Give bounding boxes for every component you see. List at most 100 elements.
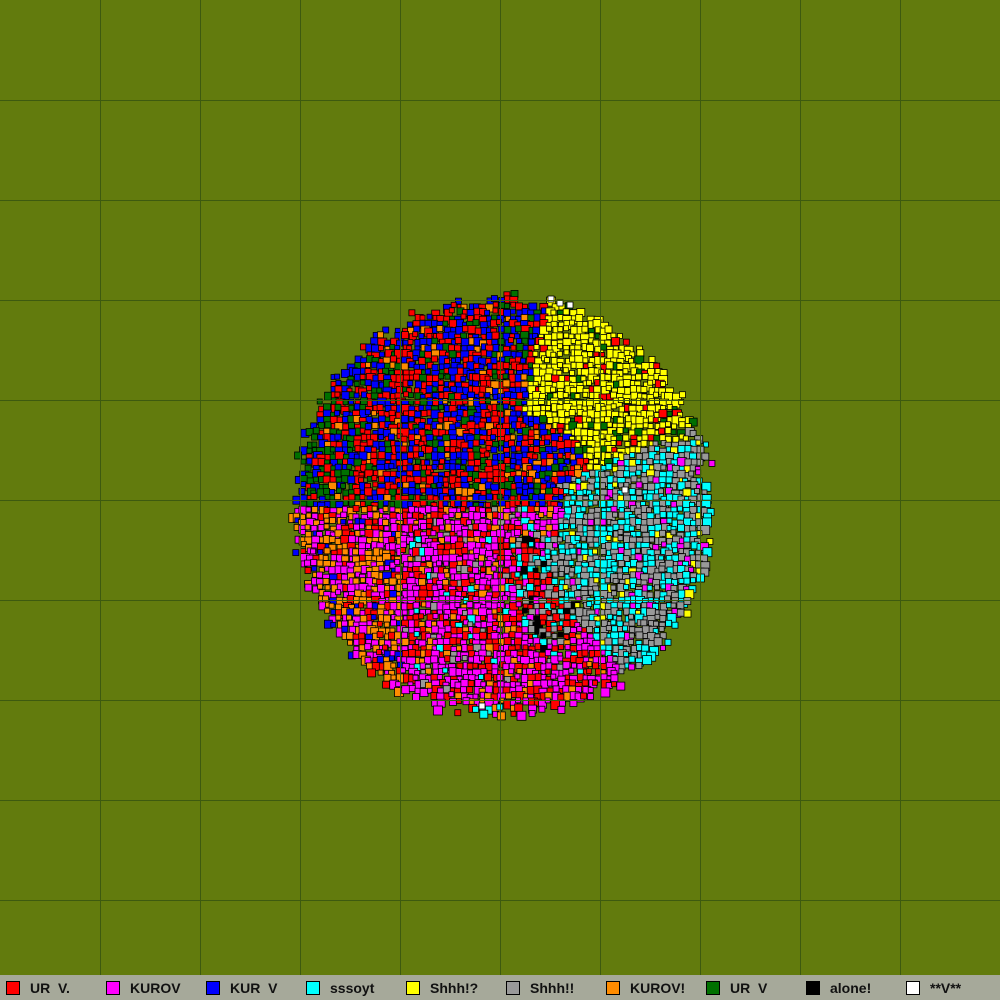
- territory-cell: [442, 398, 449, 405]
- territory-cell: [695, 518, 704, 527]
- territory-cell: [450, 469, 457, 476]
- territory-cell: [348, 404, 355, 411]
- territory-cell: [300, 458, 307, 465]
- territory-cell: [571, 662, 577, 669]
- territory-cell: [431, 625, 440, 634]
- territory-cell: [389, 355, 397, 363]
- territory-cell: [622, 338, 630, 346]
- territory-cell: [610, 584, 617, 591]
- territory-cell: [593, 541, 600, 548]
- territory-cell: [472, 705, 480, 713]
- territory-cell: [563, 332, 570, 339]
- territory-cell: [460, 313, 467, 320]
- territory-cell: [508, 668, 515, 675]
- territory-cell: [682, 571, 691, 579]
- territory-cell: [659, 596, 665, 603]
- territory-cell: [605, 535, 612, 541]
- territory-cell: [574, 602, 581, 609]
- territory-cell: [508, 631, 516, 639]
- territory-cell: [406, 464, 414, 472]
- territory-cell: [568, 560, 575, 566]
- territory-cell: [334, 403, 342, 411]
- territory-cell: [401, 638, 410, 646]
- territory-cell: [479, 709, 489, 719]
- territory-cell: [454, 356, 461, 363]
- territory-cell: [545, 565, 552, 572]
- territory-cell: [515, 584, 522, 590]
- territory-cell: [630, 475, 638, 483]
- territory-cell: [340, 518, 347, 525]
- territory-cell: [372, 518, 379, 525]
- territory-cell: [408, 392, 414, 399]
- territory-cell: [448, 488, 455, 496]
- territory-cell: [510, 344, 517, 351]
- territory-cell: [317, 549, 324, 555]
- territory-cell: [534, 559, 542, 567]
- territory-cell: [684, 481, 692, 489]
- territory-cell: [317, 583, 324, 590]
- territory-cell: [635, 469, 642, 476]
- territory-cell: [635, 662, 643, 669]
- territory-cell: [634, 446, 642, 454]
- territory-cell: [312, 476, 319, 483]
- territory-cell: [588, 541, 595, 548]
- territory-cell: [449, 423, 456, 431]
- territory-cell: [317, 524, 325, 531]
- game-map[interactable]: [0, 0, 1000, 975]
- territory-cell: [436, 633, 443, 640]
- territory-cell: [551, 411, 558, 418]
- territory-cell: [563, 523, 569, 529]
- territory-cell: [472, 439, 480, 447]
- territory-cell: [406, 603, 414, 610]
- territory-cell: [388, 577, 397, 586]
- territory-cell: [569, 517, 576, 525]
- territory-cell: [366, 662, 373, 670]
- territory-cell: [671, 423, 677, 430]
- territory-cell: [504, 451, 510, 458]
- territory-cell: [311, 433, 318, 441]
- territory-cell: [358, 602, 365, 609]
- territory-cell: [353, 392, 360, 399]
- territory-cell: [528, 658, 535, 664]
- territory-cell: [442, 667, 449, 674]
- territory-cell: [472, 596, 480, 603]
- territory-cell: [665, 619, 672, 627]
- territory-cell: [550, 603, 557, 609]
- territory-cell: [478, 439, 485, 446]
- legend-item-2: KUROV: [100, 975, 200, 1000]
- territory-cell: [316, 398, 323, 405]
- territory-cell: [358, 554, 366, 562]
- territory-cell: [635, 488, 643, 496]
- territory-cell: [479, 403, 487, 411]
- territory-cell: [659, 434, 667, 442]
- territory-cell: [496, 607, 503, 613]
- territory-cell: [631, 398, 637, 405]
- territory-cell: [485, 493, 493, 501]
- territory-cell: [455, 656, 462, 662]
- territory-cell: [659, 421, 667, 429]
- territory-cell: [623, 584, 629, 590]
- territory-cell: [431, 337, 439, 345]
- territory-cell: [558, 553, 566, 560]
- territory-cell: [478, 560, 485, 567]
- territory-cell: [420, 523, 427, 530]
- territory-cell: [292, 549, 300, 556]
- territory-cell: [490, 565, 497, 572]
- territory-cell: [556, 536, 563, 543]
- territory-cell: [618, 511, 626, 519]
- territory-cell: [376, 404, 384, 412]
- territory-cell: [562, 308, 570, 316]
- territory-cell: [443, 471, 450, 477]
- territory-cell: [348, 535, 356, 544]
- territory-cell: [606, 613, 613, 620]
- territory-cell: [412, 693, 421, 701]
- territory-cell: [484, 673, 492, 682]
- territory-cell: [304, 567, 312, 574]
- territory-cell: [454, 421, 461, 428]
- territory-cell: [372, 481, 379, 488]
- territory-cell: [491, 373, 498, 380]
- territory-cell: [612, 481, 618, 488]
- territory-cell: [583, 457, 589, 464]
- territory-cell: [622, 368, 629, 375]
- territory-cell: [510, 710, 517, 717]
